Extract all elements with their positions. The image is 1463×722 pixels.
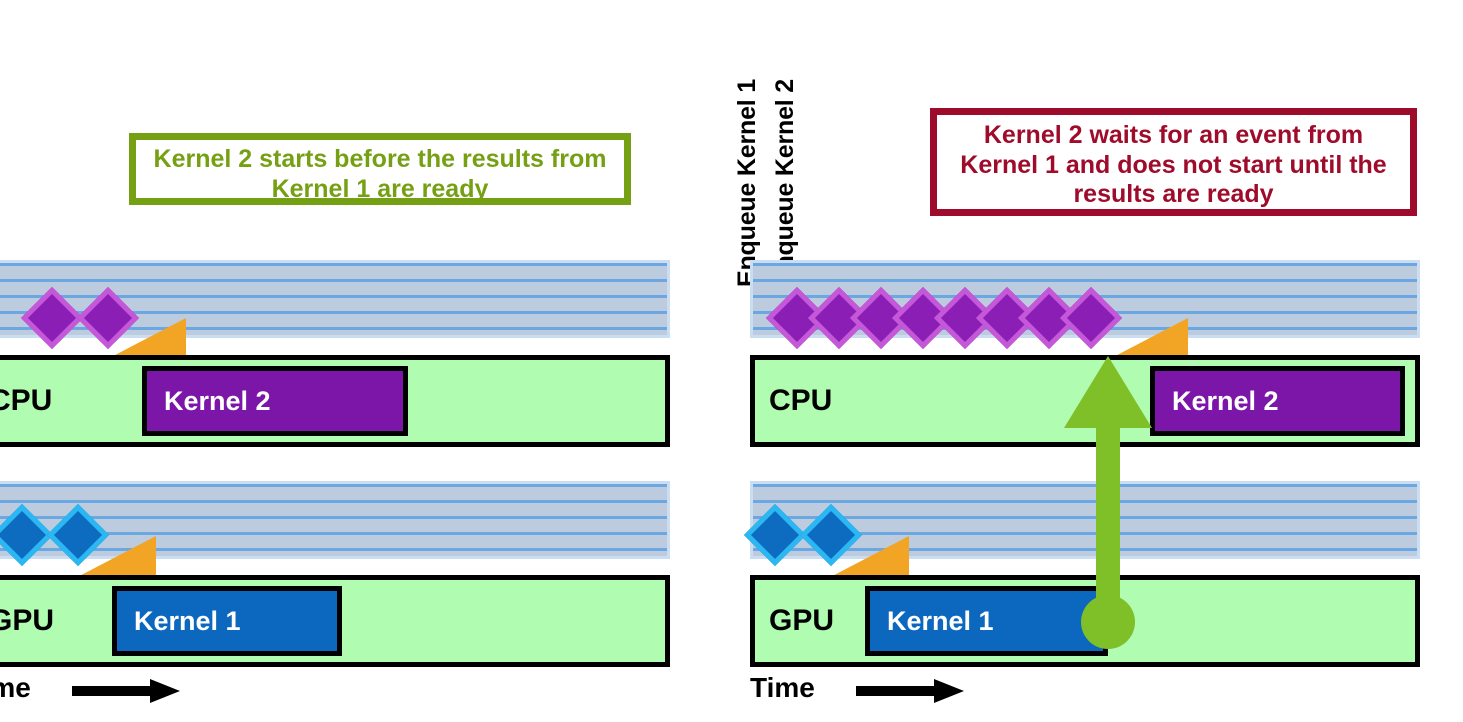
gpu-lane-label: GPU — [0, 604, 55, 637]
cpu-lane-label: CPU — [769, 384, 833, 417]
callout-line-2: Kernel 1 and does not start until the — [960, 150, 1387, 179]
callout-line-2: Kernel 1 are ready — [271, 174, 489, 203]
callout-with-events: Kernel 2 waits for an event from Kernel … — [930, 108, 1417, 216]
gpu-kernel-1-block: Kernel 1 — [112, 586, 342, 656]
cpu-kernel-2-block: Kernel 2 — [142, 366, 408, 436]
callout-without-events: Kernel 2 starts before the results from … — [129, 133, 631, 205]
callout-line-3: results are ready — [1073, 180, 1274, 208]
enqueue-kernel-2-label: Enqueue Kernel 2 — [771, 79, 799, 287]
panel-with-events: Enqueue Kernel 1 Enqueue Kernel 2 Kernel… — [733, 0, 1420, 722]
time-arrow-icon — [72, 679, 180, 703]
diagram-canvas: Enqueue Kernel 1 Enqueue Kernel 2 Kernel… — [0, 0, 1463, 722]
event-dependency-arrow-icon — [1064, 356, 1152, 649]
enqueue-kernel-1-label: Enqueue Kernel 1 — [733, 79, 761, 287]
cpu-kernel-2-block: Kernel 2 — [1150, 366, 1405, 436]
panel-without-events: Enqueue Kernel 1 Enqueue Kernel 2 Kernel… — [0, 0, 670, 722]
gpu-lane-label: GPU — [769, 604, 835, 637]
cpu-lane-label: CPU — [0, 384, 53, 417]
callout-line-1: Kernel 2 starts before the results from — [153, 145, 607, 173]
callout-line-1: Kernel 2 waits for an event from — [983, 121, 1364, 149]
time-arrow-icon — [856, 679, 964, 703]
time-axis-label: Time — [750, 672, 815, 703]
time-axis-label: Time — [0, 672, 31, 703]
